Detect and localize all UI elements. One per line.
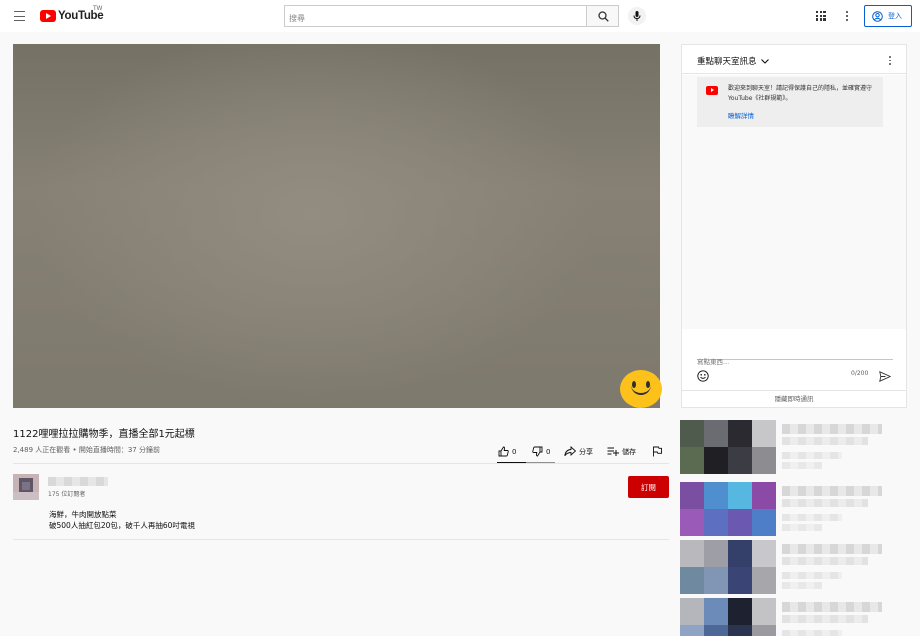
video-player[interactable] <box>13 44 660 408</box>
share-icon <box>564 446 576 457</box>
video-title-blurred <box>782 437 868 445</box>
chat-more-button[interactable] <box>886 54 894 66</box>
chat-header: 重點聊天室訊息 <box>682 45 906 74</box>
video-title-blurred <box>782 486 882 496</box>
subscribe-button[interactable]: 訂閱 <box>628 476 669 498</box>
video-title-blurred <box>782 557 868 565</box>
hide-chat-button[interactable]: 隱藏即時通訊 <box>682 390 906 408</box>
video-title: 1122哩哩拉拉購物季，直播全部1元起標 <box>13 429 195 440</box>
character-counter: 0/200 <box>851 370 869 377</box>
video-meta-blurred <box>782 582 822 589</box>
report-button[interactable] <box>652 446 662 457</box>
chevron-down-icon <box>760 58 769 64</box>
chat-input-field <box>697 349 893 366</box>
video-title-blurred <box>782 615 868 623</box>
share-label: 分享 <box>579 447 593 456</box>
chat-messages: 歡迎來到聊天室！請記得保護自己的隱私，並確實遵守 YouTube《社群規範》。 … <box>682 75 906 329</box>
recommended-video[interactable] <box>680 598 908 636</box>
flag-icon <box>653 446 662 457</box>
chat-welcome-message: 歡迎來到聊天室！請記得保護自己的隱私，並確實遵守 YouTube《社群規範》。 … <box>697 77 883 127</box>
video-title-blurred <box>782 602 882 612</box>
video-meta-blurred <box>782 462 822 469</box>
chat-mode-label: 重點聊天室訊息 <box>697 57 757 67</box>
subscriber-count: 175 位訂閱者 <box>48 491 86 498</box>
youtube-icon <box>706 86 718 95</box>
search-input[interactable] <box>285 8 586 29</box>
live-chat: 重點聊天室訊息 歡迎來到聊天室！請記得保護自己的隱私，並確實遵守 YouTube… <box>681 44 907 408</box>
sign-in-button[interactable]: 登入 <box>864 5 912 27</box>
video-title-blurred <box>782 424 882 434</box>
thumb-down-icon <box>532 446 543 457</box>
dislike-button[interactable]: 0 <box>532 446 550 457</box>
save-label: 儲存 <box>622 447 636 456</box>
channel-avatar[interactable] <box>13 474 39 500</box>
save-button[interactable]: 儲存 <box>607 446 636 457</box>
video-meta-blurred <box>782 452 842 459</box>
like-count: 0 <box>512 447 517 456</box>
voice-search-button[interactable] <box>628 7 646 25</box>
mic-icon <box>633 11 641 21</box>
menu-button[interactable] <box>12 8 28 24</box>
send-icon <box>879 371 892 382</box>
send-button[interactable] <box>879 367 892 386</box>
video-title-blurred <box>782 499 868 507</box>
settings-more-button[interactable] <box>842 8 852 24</box>
sign-in-label: 登入 <box>888 12 902 20</box>
chat-mode-dropdown[interactable]: 重點聊天室訊息 <box>697 55 769 67</box>
description-line: 破500人抽紅包20包，破千人再抽60吋電視 <box>49 521 195 530</box>
share-button[interactable]: 分享 <box>564 446 593 457</box>
learn-more-link[interactable]: 瞭解詳情 <box>728 110 754 120</box>
video-thumbnail <box>680 540 776 594</box>
video-meta-blurred <box>782 572 842 579</box>
emoji-button[interactable] <box>697 367 709 386</box>
recommended-video[interactable] <box>680 540 908 598</box>
video-thumbnail <box>680 482 776 536</box>
youtube-logo-icon <box>40 10 56 22</box>
playlist-add-icon <box>607 447 619 456</box>
emoji-icon <box>697 370 709 382</box>
video-thumbnail <box>680 420 776 474</box>
like-button[interactable]: 0 <box>498 446 516 457</box>
channel-name-blurred[interactable] <box>48 477 108 486</box>
region-code: TW <box>93 6 103 12</box>
masthead: YouTube TW 登入 <box>0 0 920 32</box>
chat-input[interactable] <box>697 358 893 366</box>
divider <box>13 463 669 464</box>
recommended-video[interactable] <box>680 420 908 478</box>
search-box <box>284 5 586 29</box>
description-line: 海鮮，牛肉開放點菜 <box>49 510 117 519</box>
apps-button[interactable] <box>816 11 826 21</box>
smiley-overlay-icon <box>620 370 662 408</box>
video-meta-blurred <box>782 630 842 636</box>
thumb-up-icon <box>498 446 509 457</box>
dislike-count: 0 <box>546 447 551 456</box>
video-meta-blurred <box>782 524 822 531</box>
video-thumbnail <box>680 598 776 636</box>
search-button[interactable] <box>586 5 619 27</box>
account-icon <box>872 10 883 22</box>
recommended-video[interactable] <box>680 482 908 540</box>
video-view-info: 2,489 人正在觀看 • 開始直播時間：37 分鐘前 <box>13 446 160 454</box>
divider <box>13 539 669 540</box>
welcome-text: 歡迎來到聊天室！請記得保護自己的隱私，並確實遵守 YouTube《社群規範》。 <box>728 85 873 102</box>
subscribe-label: 訂閱 <box>641 482 656 492</box>
video-meta-blurred <box>782 514 842 521</box>
video-title-blurred <box>782 544 882 554</box>
search-icon <box>598 11 609 22</box>
